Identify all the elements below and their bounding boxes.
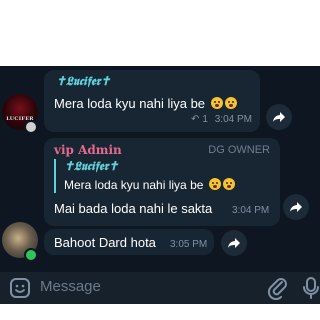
- emoji-icon: [224, 97, 237, 109]
- reply-quote[interactable]: ✝𝕷𝖚𝖈𝖎𝖋𝖊𝖗✝ Mera loda kyu nahi liya be: [54, 159, 256, 193]
- message-bubble[interactable]: ✝𝕷𝖚𝖈𝖎𝖋𝖊𝖗✝ Mera loda kyu nahi liya be ↶ 1 …: [44, 70, 260, 132]
- share-button[interactable]: [221, 230, 247, 256]
- message-text: Mai bada loda nahi le sakta: [54, 201, 213, 216]
- share-arrow-icon: [273, 112, 285, 122]
- paperclip-icon[interactable]: [266, 276, 290, 300]
- message-composer: Message: [0, 272, 320, 304]
- reply-arrow-icon[interactable]: ↶: [191, 114, 199, 125]
- replies-count: 1: [202, 114, 208, 125]
- message-time: 3:05 PM: [170, 239, 208, 250]
- sender-name[interactable]: ✝𝕷𝖚𝖈𝖎𝖋𝖊𝖗✝: [56, 74, 110, 89]
- message-text: Bahoot Dard hota: [54, 235, 156, 250]
- bottom-white-area: [0, 304, 320, 320]
- message-meta: ↶ 1 3:04 PM: [191, 114, 252, 125]
- message-bubble[interactable]: vip Admin DG OWNER ✝𝕷𝖚𝖈𝖎𝖋𝖊𝖗✝ Mera loda k…: [44, 138, 280, 226]
- share-arrow-icon: [228, 238, 240, 248]
- emoji-sticker-icon[interactable]: [8, 276, 32, 300]
- online-indicator: [24, 248, 38, 262]
- share-button[interactable]: [266, 104, 292, 130]
- sender-name[interactable]: vip Admin: [54, 143, 122, 157]
- microphone-icon[interactable]: [302, 276, 320, 300]
- message-text-content: Mera loda kyu nahi liya be: [54, 96, 206, 111]
- quote-sender: ✝𝕷𝖚𝖈𝖎𝖋𝖊𝖗✝: [64, 159, 119, 173]
- quote-text: Mera loda kyu nahi liya be: [64, 178, 235, 192]
- share-button[interactable]: [283, 194, 309, 220]
- message-input[interactable]: Message: [40, 278, 101, 295]
- sender-role: DG OWNER: [208, 144, 270, 156]
- message-time: 3:04 PM: [232, 205, 270, 216]
- status-indicator: [24, 120, 38, 134]
- top-white-area: [0, 0, 320, 66]
- quote-text-content: Mera loda kyu nahi liya be: [64, 178, 204, 192]
- share-arrow-icon: [290, 202, 302, 212]
- message-text: Mera loda kyu nahi liya be: [54, 96, 237, 111]
- message-bubble[interactable]: Bahoot Dard hota 3:05 PM: [44, 229, 214, 255]
- emoji-icon: [210, 97, 223, 109]
- emoji-icon: [222, 178, 235, 190]
- emoji-icon: [208, 178, 221, 190]
- message-time: 3:04 PM: [214, 114, 252, 125]
